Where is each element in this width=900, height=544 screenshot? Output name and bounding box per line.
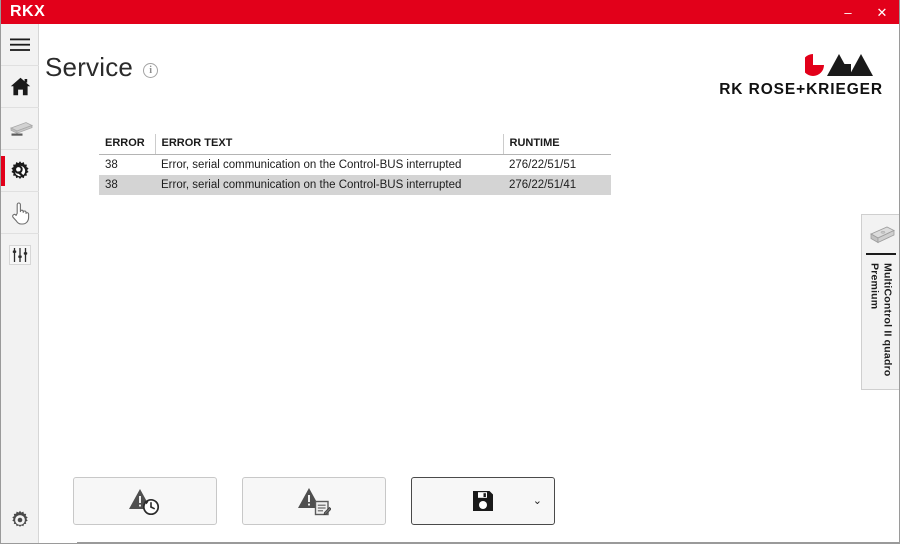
cell-error-text: Error, serial communication on the Contr… <box>161 159 462 171</box>
error-log-button[interactable] <box>242 477 386 525</box>
floppy-save-icon <box>472 490 494 512</box>
column-header-error-text[interactable]: ERROR TEXT <box>154 134 503 155</box>
save-button[interactable]: ⌄ <box>411 477 555 525</box>
sliders-icon <box>9 245 31 265</box>
gear-icon <box>10 510 30 530</box>
control-unit-icon <box>864 221 898 251</box>
sidebar <box>1 24 39 543</box>
title-bar: RKX – ✕ <box>1 0 899 24</box>
device-panel-underline <box>865 253 896 255</box>
warning-clock-icon <box>128 486 162 516</box>
home-icon <box>10 77 31 96</box>
hand-pointer-icon <box>10 201 30 225</box>
table-body: 38 Error, serial communication on the Co… <box>99 155 611 195</box>
action-buttons: ⌄ <box>73 477 555 525</box>
cell-error-text: Error, serial communication on the Contr… <box>155 175 503 195</box>
cell-runtime: 276/22/51/51 <box>509 159 577 171</box>
close-button[interactable]: ✕ <box>865 0 899 24</box>
sidebar-item-home[interactable] <box>1 66 39 108</box>
minimize-button[interactable]: – <box>831 0 865 24</box>
column-header-runtime[interactable]: RUNTIME <box>502 134 611 155</box>
app-title: RKX <box>10 3 46 20</box>
table-row[interactable]: 38 Error, serial communication on the Co… <box>99 155 611 176</box>
application-window: RKX – ✕ Service i RK ROSE+KRIEGER ERROR … <box>0 0 900 544</box>
sidebar-item-parameters[interactable] <box>1 234 39 276</box>
main-content: Service i RK ROSE+KRIEGER ERROR ERROR TE… <box>39 24 899 543</box>
desk-icon <box>7 121 33 137</box>
footer-divider <box>77 542 899 543</box>
error-table: ERROR ERROR TEXT RUNTIME 38 Error, seria… <box>99 134 611 195</box>
rk-rose-krieger-mark-icon <box>805 50 881 78</box>
sidebar-item-service[interactable] <box>1 150 39 192</box>
device-panel-label: MultiControl II quadro Premium <box>868 263 894 377</box>
sidebar-item-configuration[interactable] <box>1 497 39 543</box>
service-gear-wrench-icon <box>9 160 31 182</box>
device-panel[interactable]: MultiControl II quadro Premium <box>861 214 899 390</box>
page-title: Service <box>45 52 134 82</box>
cell-runtime: 276/22/51/41 <box>503 175 611 195</box>
info-circle-icon[interactable]: i <box>143 63 159 78</box>
sidebar-item-desk[interactable] <box>1 108 39 150</box>
cell-error: 38 <box>99 175 155 195</box>
sidebar-item-menu[interactable] <box>1 24 39 66</box>
column-header-error[interactable]: ERROR <box>99 134 155 155</box>
sidebar-item-manual[interactable] <box>1 192 39 234</box>
cell-error: 38 <box>105 159 118 171</box>
chevron-down-icon[interactable]: ⌄ <box>533 495 542 507</box>
error-history-button[interactable] <box>73 477 217 525</box>
brand-name: RK ROSE+KRIEGER <box>719 81 883 98</box>
error-table-container: ERROR ERROR TEXT RUNTIME 38 Error, seria… <box>99 134 611 195</box>
brand-logo: RK ROSE+KRIEGER <box>719 50 883 99</box>
table-header-row: ERROR ERROR TEXT RUNTIME <box>99 134 611 155</box>
page-header: Service i <box>45 52 159 83</box>
hamburger-menu-icon <box>10 38 30 52</box>
table-row[interactable]: 38 Error, serial communication on the Co… <box>99 175 611 195</box>
window-controls: – ✕ <box>831 0 899 24</box>
warning-document-icon <box>297 486 331 516</box>
table-header: ERROR ERROR TEXT RUNTIME <box>99 134 611 155</box>
body: Service i RK ROSE+KRIEGER ERROR ERROR TE… <box>1 24 899 543</box>
